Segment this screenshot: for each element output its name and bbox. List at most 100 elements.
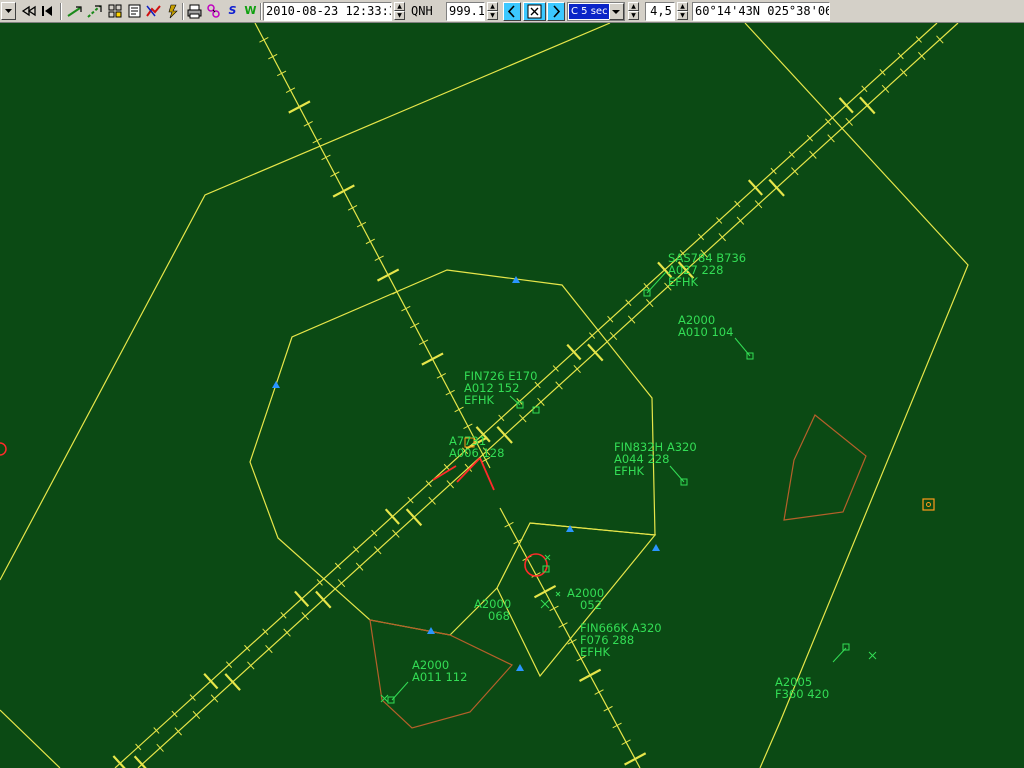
spinner-up-icon[interactable]: ▲ — [487, 2, 498, 11]
range-tick — [587, 343, 604, 362]
track-label[interactable]: A2000 068 — [474, 597, 511, 623]
pause-button[interactable] — [523, 2, 546, 21]
chevron-left-icon — [507, 5, 515, 18]
waypoint-marker-dot — [926, 502, 931, 507]
speed-select[interactable]: C 5 sec — [567, 2, 625, 21]
track-label[interactable]: FIN666K A320 F076 288 EFHK — [580, 621, 662, 659]
range-tick — [133, 755, 147, 768]
toolbar: S W 2010-08-23 12:33:38 ▲ ▼ QNH 999.1 ▲ ▼ … — [0, 0, 1024, 23]
spinner-down-icon[interactable]: ▼ — [487, 11, 498, 20]
range-tick — [410, 322, 420, 329]
menu-dropdown-button[interactable] — [1, 2, 16, 20]
range-tick — [747, 179, 763, 196]
track-label[interactable]: FIN726 E170 A012 152 EFHK — [464, 369, 537, 407]
history-dot — [555, 591, 561, 597]
waypoint-marker[interactable] — [922, 498, 935, 511]
flight-list-button[interactable] — [126, 2, 143, 20]
track-label[interactable]: A2000 052 — [567, 586, 604, 612]
speed-dropdown-button[interactable] — [609, 3, 624, 20]
rewind-button[interactable] — [20, 2, 37, 20]
arrival-filter-button[interactable] — [86, 2, 103, 20]
track-label[interactable]: A7731 A006 128 — [449, 434, 504, 460]
track-destination: EFHK — [464, 393, 495, 407]
range-tick — [578, 668, 602, 682]
weather-icon — [168, 4, 178, 19]
print-button[interactable] — [186, 2, 203, 20]
range-tick — [401, 305, 411, 312]
range-tick — [549, 605, 559, 612]
range-tick — [268, 53, 278, 60]
list-icon — [128, 4, 141, 18]
datetime-spinner[interactable]: ▲ ▼ — [394, 2, 405, 21]
range-tick — [112, 755, 126, 768]
spinner-up-icon[interactable]: ▲ — [677, 2, 688, 11]
range-spinner[interactable]: ▲ ▼ — [677, 2, 688, 21]
separator — [182, 3, 184, 20]
centreline-ne-sw-parallel — [114, 23, 938, 768]
radar-display[interactable]: SAS784 B736 A027 228 EFHK A2000 A010 104… — [0, 23, 1024, 768]
range-tick — [365, 238, 375, 245]
range-tick — [566, 343, 582, 361]
departure-icon — [67, 6, 82, 17]
track-label[interactable]: FIN832H A320 A044 228 EFHK — [614, 440, 697, 478]
conflict-vector — [432, 457, 495, 491]
track-label[interactable]: A2000 A010 104 — [678, 313, 733, 339]
spinner-up-icon[interactable]: ▲ — [394, 2, 405, 11]
range-tick — [321, 154, 331, 161]
range-tick — [276, 70, 287, 77]
skip-back-button[interactable] — [39, 2, 56, 20]
range-tick — [203, 672, 219, 690]
range-field[interactable]: 4,5 — [645, 2, 675, 21]
range-tick — [838, 97, 854, 114]
offscreen-alert-marker — [0, 442, 7, 456]
spinner-down-icon[interactable]: ▼ — [677, 11, 688, 20]
previous-button[interactable] — [503, 2, 521, 21]
range-tick — [533, 584, 557, 599]
qnh-field[interactable]: 999.1 — [446, 2, 485, 21]
datetime-field[interactable]: 2010-08-23 12:33:38 — [263, 2, 392, 21]
track-destination: EFHK — [668, 275, 699, 289]
track-destination: EFHK — [614, 464, 645, 478]
departure-filter-button[interactable] — [66, 2, 83, 20]
range-tick — [454, 406, 464, 413]
pause-icon — [527, 4, 542, 19]
qnh-spinner[interactable]: ▲ ▼ — [487, 2, 498, 21]
range-tick — [405, 508, 423, 527]
track-label[interactable]: A2000 A011 112 — [412, 658, 467, 684]
s-button[interactable]: S — [224, 2, 241, 20]
settings-button[interactable] — [205, 2, 222, 20]
route-button[interactable] — [145, 2, 162, 20]
range-tick — [356, 221, 367, 228]
track-label[interactable]: A2005 F360 420 — [775, 675, 829, 701]
range-tick — [285, 87, 296, 93]
next-button[interactable] — [547, 2, 565, 21]
range-tick — [224, 673, 241, 691]
triangle-marker-icon — [272, 381, 280, 388]
track-level-speed: F360 420 — [775, 687, 829, 701]
restricted-area — [783, 414, 867, 521]
range-tick — [558, 622, 568, 628]
separator — [260, 3, 262, 20]
weather-button[interactable] — [165, 2, 182, 20]
spinner-down-icon[interactable]: ▼ — [394, 11, 405, 20]
alert-circle — [524, 553, 548, 577]
history-dot — [540, 599, 550, 609]
w-button[interactable]: W — [242, 2, 259, 20]
spinner-up-icon[interactable]: ▲ — [628, 2, 639, 11]
track-level-speed: A011 112 — [412, 670, 467, 684]
route-arrow-icon — [146, 5, 161, 17]
spinner-down-icon[interactable]: ▼ — [628, 11, 639, 20]
track-level-speed: 068 — [488, 609, 510, 623]
leader-line — [669, 465, 685, 483]
track-symbol[interactable] — [387, 696, 395, 704]
range-tick — [603, 705, 613, 712]
range-tick — [315, 590, 332, 609]
history-dot — [868, 651, 877, 660]
speed-spinner[interactable]: ▲ ▼ — [628, 2, 639, 21]
track-label[interactable]: SAS784 B736 A027 228 EFHK — [668, 251, 746, 289]
range-tick — [859, 96, 876, 115]
range-tick — [445, 389, 455, 396]
track-symbol[interactable] — [842, 643, 850, 651]
grid-view-button[interactable] — [107, 2, 124, 20]
range-tick — [496, 425, 513, 444]
